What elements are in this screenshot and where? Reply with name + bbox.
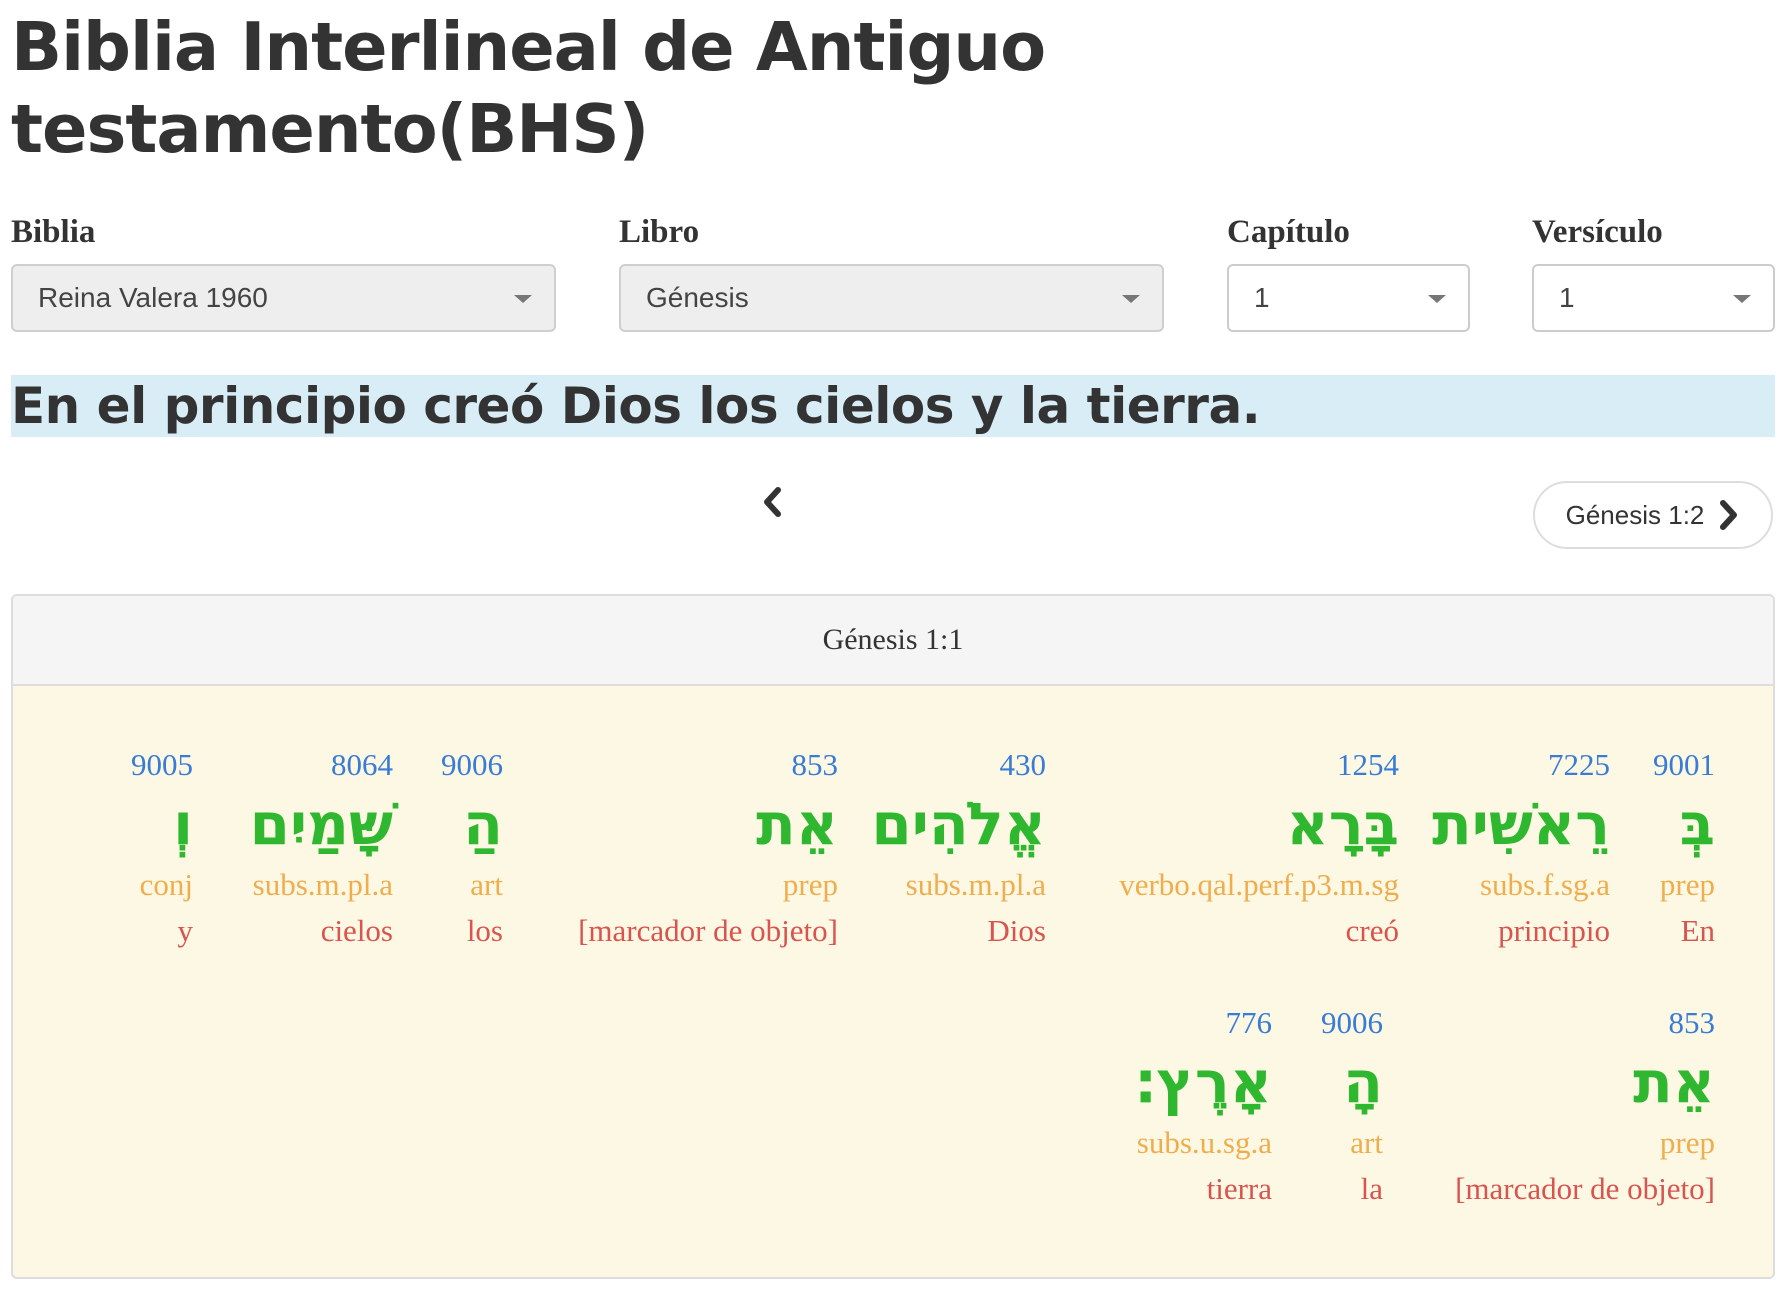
gloss: En — [1680, 913, 1715, 948]
next-verse-label: Génesis 1:2 — [1565, 499, 1705, 530]
libro-select-value: Génesis — [646, 282, 749, 313]
caret-down-icon — [1122, 295, 1140, 303]
hebrew-word: וְ — [173, 790, 193, 858]
verse-translation: En el principio creó Dios los cielos y l… — [11, 375, 1775, 437]
capitulo-select[interactable]: 1 — [1227, 264, 1470, 332]
word-block: 9006 הַ art los — [441, 744, 503, 954]
morphology: prep — [1659, 1125, 1715, 1160]
chevron-left-icon — [764, 487, 781, 517]
strong-number[interactable]: 9006 — [441, 744, 503, 786]
versiculo-label: Versículo — [1532, 214, 1663, 250]
morphology: subs.m.pl.a — [905, 867, 1046, 902]
strong-number[interactable]: 7225 — [1432, 744, 1610, 786]
libro-select-group: Libro Génesis — [619, 210, 1164, 334]
morphology: verbo.qal.perf.p3.m.sg — [1119, 867, 1399, 902]
gloss: [marcador de objeto] — [1455, 1171, 1715, 1206]
hebrew-word: בָּרָא — [1286, 790, 1399, 858]
gloss: creó — [1345, 913, 1399, 948]
hebrew-word: אֵת — [756, 790, 838, 858]
morphology: subs.f.sg.a — [1479, 867, 1610, 902]
hebrew-word: רֵאשִׁית — [1432, 790, 1610, 858]
word-block: 1254 בָּרָא verbo.qal.perf.p3.m.sg creó — [1119, 744, 1399, 954]
capitulo-label: Capítulo — [1227, 214, 1350, 250]
word-block: 853 אֵת prep [marcador de objeto] — [578, 744, 838, 954]
caret-down-icon — [514, 295, 532, 303]
interlinear-panel: Génesis 1:1 9001 בְּ prep En 7225 רֵאשִׁ… — [11, 594, 1775, 1279]
word-block: 853 אֵת prep [marcador de objeto] — [1455, 1002, 1715, 1212]
next-verse-button[interactable]: Génesis 1:2 — [1533, 481, 1773, 549]
gloss: tierra — [1206, 1171, 1272, 1206]
biblia-label: Biblia — [11, 214, 96, 250]
panel-heading: Génesis 1:1 — [13, 596, 1773, 686]
strong-number[interactable]: 8064 — [250, 744, 393, 786]
morphology: art — [1350, 1125, 1383, 1160]
word-block: 7225 רֵאשִׁית subs.f.sg.a principio — [1432, 744, 1610, 954]
gloss: Dios — [987, 913, 1046, 948]
word-block: 776 אָרֶץ׃ subs.u.sg.a tierra — [1135, 1002, 1272, 1212]
word-block: 9001 בְּ prep En — [1653, 744, 1715, 954]
word-block: 8064 שָּׁמַיִם subs.m.pl.a cielos — [250, 744, 393, 954]
morphology: prep — [1659, 867, 1715, 902]
strong-number[interactable]: 853 — [1455, 1002, 1716, 1044]
hebrew-word: שָּׁמַיִם — [249, 790, 393, 858]
capitulo-select-group: Capítulo 1 — [1227, 210, 1470, 334]
hebrew-word: הָ — [1343, 1048, 1383, 1116]
strong-number[interactable]: 9001 — [1653, 744, 1715, 786]
hebrew-word: אֱלֹהִים — [871, 790, 1046, 858]
biblia-select-value: Reina Valera 1960 — [38, 282, 268, 313]
page-title: Biblia Interlineal de Antiguo testamento… — [11, 6, 1211, 170]
page-title-line2: testamento(BHS) — [11, 90, 649, 168]
morphology: conj — [139, 867, 193, 902]
strong-number[interactable]: 1254 — [1119, 744, 1399, 786]
versiculo-select-group: Versículo 1 — [1532, 210, 1775, 334]
hebrew-word: אָרֶץ׃ — [1134, 1048, 1272, 1116]
gloss: cielos — [320, 913, 393, 948]
libro-select[interactable]: Génesis — [619, 264, 1164, 332]
page-title-line1: Biblia Interlineal de Antiguo — [11, 8, 1046, 86]
biblia-select-group: Biblia Reina Valera 1960 — [11, 210, 556, 334]
libro-label: Libro — [619, 214, 700, 250]
word-block: 430 אֱלֹהִים subs.m.pl.a Dios — [871, 744, 1046, 954]
previous-verse-button[interactable] — [752, 482, 792, 522]
word-block: 9005 וְ conj y — [131, 744, 193, 954]
strong-number[interactable]: 776 — [1135, 1002, 1273, 1044]
morphology: subs.m.pl.a — [252, 867, 393, 902]
caret-down-icon — [1428, 295, 1446, 303]
gloss: [marcador de objeto] — [578, 913, 838, 948]
gloss: principio — [1498, 913, 1610, 948]
caret-down-icon — [1733, 295, 1751, 303]
morphology: subs.u.sg.a — [1136, 1125, 1272, 1160]
hebrew-word: אֵת — [1633, 1048, 1715, 1116]
gloss: la — [1360, 1171, 1383, 1206]
gloss: los — [466, 913, 503, 948]
morphology: art — [470, 867, 503, 902]
hebrew-word: הַ — [463, 790, 503, 858]
strong-number[interactable]: 9006 — [1321, 1002, 1383, 1044]
versiculo-select[interactable]: 1 — [1532, 264, 1775, 332]
biblia-select[interactable]: Reina Valera 1960 — [11, 264, 556, 332]
morphology: prep — [782, 867, 838, 902]
capitulo-select-value: 1 — [1254, 282, 1270, 313]
hebrew-word: בְּ — [1679, 790, 1715, 858]
strong-number[interactable]: 9005 — [131, 744, 193, 786]
word-block: 9006 הָ art la — [1321, 1002, 1383, 1212]
gloss: y — [177, 913, 194, 948]
strong-number[interactable]: 853 — [578, 744, 839, 786]
versiculo-select-value: 1 — [1559, 282, 1575, 313]
chevron-right-icon — [1720, 500, 1738, 530]
strong-number[interactable]: 430 — [871, 744, 1047, 786]
